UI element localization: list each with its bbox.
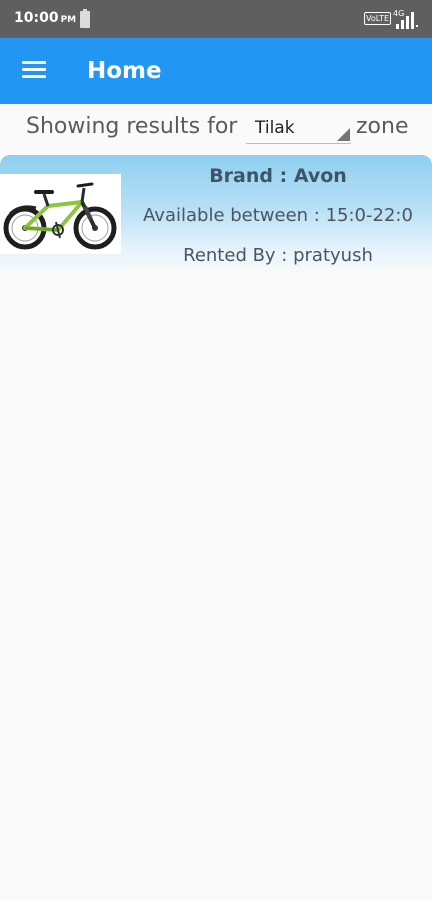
status-time-value: 10:00 — [14, 10, 59, 26]
listing-brand: Brand : Avon — [209, 165, 347, 187]
filter-suffix-label: zone — [356, 114, 409, 139]
signal-4g-icon: 4G — [393, 9, 418, 29]
volte-icon: VoLTE — [364, 12, 391, 25]
battery-icon — [80, 9, 90, 28]
app-bar: Home — [0, 38, 432, 104]
status-time-ampm: PM — [60, 15, 77, 25]
hamburger-menu-icon[interactable] — [22, 61, 46, 79]
zone-dropdown[interactable]: Tilak — [246, 112, 351, 144]
bike-listing-card[interactable]: Brand : Avon Available between : 15:0-22… — [0, 155, 432, 275]
status-time: 10:00 PM — [14, 10, 76, 26]
filter-prefix-label: Showing results for — [26, 114, 238, 139]
svg-text:4G: 4G — [393, 9, 404, 18]
zone-dropdown-value: Tilak — [255, 118, 295, 138]
bicycle-image — [0, 174, 121, 254]
page-title: Home — [87, 58, 162, 84]
zone-filter-row: Showing results for Tilak zone — [0, 104, 432, 152]
listing-rented-by: Rented By : pratyush — [183, 245, 373, 266]
dropdown-arrow-icon — [337, 128, 350, 141]
listing-availability: Available between : 15:0-22:0 — [143, 205, 413, 226]
status-bar: 10:00 PM VoLTE 4G — [0, 0, 432, 38]
